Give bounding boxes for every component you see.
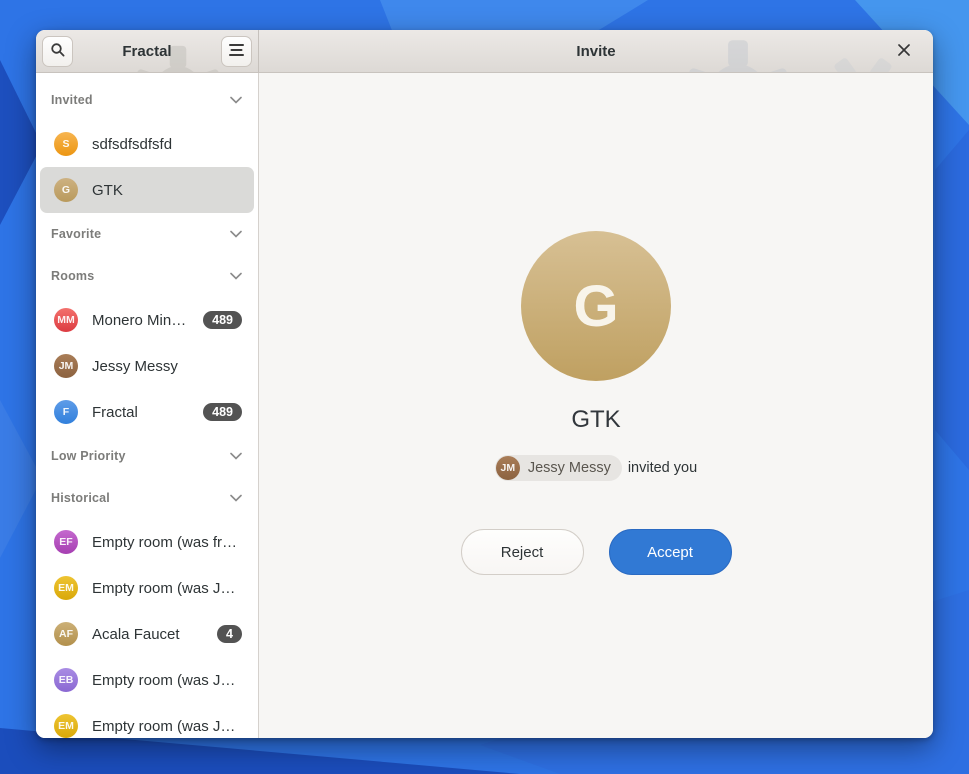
hamburger-menu-icon xyxy=(229,44,244,59)
room-list-item[interactable]: MM Monero Mining 489 xyxy=(40,297,254,343)
sidebar-section-label: Invited xyxy=(51,93,93,107)
fractal-window: Fractal xyxy=(36,30,933,738)
room-list-item[interactable]: S sdfsdfsdfsfd xyxy=(40,121,254,167)
sidebar-section-label: Low Priority xyxy=(51,449,126,463)
room-list-item[interactable]: EF Empty room (was frac… xyxy=(40,519,254,565)
sidebar-section-header[interactable]: Favorite xyxy=(36,213,258,255)
room-name: Fractal xyxy=(92,404,189,421)
room-list[interactable]: Invited S sdfsdfsdfsfd G GTK Favorite Ro… xyxy=(36,73,259,738)
room-avatar-small: AF xyxy=(54,622,78,646)
chevron-down-icon xyxy=(230,447,242,465)
room-list-item[interactable]: F Fractal 489 xyxy=(40,389,254,435)
sidebar-section-label: Favorite xyxy=(51,227,101,241)
room-avatar-small: EM xyxy=(54,714,78,738)
room-list-item[interactable]: JM Jessy Messy xyxy=(40,343,254,389)
sidebar-section-header[interactable]: Historical xyxy=(36,477,258,519)
room-avatar-small: S xyxy=(54,132,78,156)
unread-count-badge: 4 xyxy=(217,625,242,643)
room-name: Empty room (was Jes… xyxy=(92,672,242,689)
app-title: Fractal xyxy=(122,43,171,60)
room-name: GTK xyxy=(92,182,242,199)
room-avatar-small: EM xyxy=(54,576,78,600)
sidebar-section-label: Rooms xyxy=(51,269,94,283)
search-button[interactable] xyxy=(42,36,73,67)
sidebar-section-header[interactable]: Rooms xyxy=(36,255,258,297)
inviter-name: Jessy Messy xyxy=(528,460,611,476)
unread-count-badge: 489 xyxy=(203,311,242,329)
close-icon xyxy=(898,44,910,59)
inviter-avatar: JM xyxy=(496,456,520,480)
room-name: Empty room (was frac… xyxy=(92,534,242,551)
room-list-item[interactable]: G GTK xyxy=(40,167,254,213)
room-name: sdfsdfsdfsfd xyxy=(92,136,242,153)
menu-button[interactable] xyxy=(221,36,252,67)
invite-pane: G GTK JM Jessy Messy invited you Reject … xyxy=(259,73,933,738)
room-avatar-small: MM xyxy=(54,308,78,332)
chevron-down-icon xyxy=(230,489,242,507)
invite-title: Invite xyxy=(576,43,615,60)
inviter-row: JM Jessy Messy invited you xyxy=(495,455,697,481)
gear-watermark-icon xyxy=(683,38,793,73)
sidebar-headerbar: Fractal xyxy=(36,30,259,73)
room-title: GTK xyxy=(571,405,620,435)
room-avatar-small: EB xyxy=(54,668,78,692)
unread-count-badge: 489 xyxy=(203,403,242,421)
room-list-item[interactable]: EB Empty room (was Jes… xyxy=(40,657,254,703)
sidebar-section-header[interactable]: Invited xyxy=(36,79,258,121)
room-avatar-small: F xyxy=(54,400,78,424)
close-button[interactable] xyxy=(891,38,917,64)
invite-actions: Reject Accept xyxy=(461,529,732,575)
chevron-down-icon xyxy=(230,91,242,109)
invite-headerbar: Invite xyxy=(259,30,933,73)
search-icon xyxy=(50,42,66,61)
accept-button[interactable]: Accept xyxy=(609,529,732,575)
reject-button[interactable]: Reject xyxy=(461,529,584,575)
room-list-item[interactable]: EM Empty room (was Jes… xyxy=(40,565,254,611)
room-name: Empty room (was Jes… xyxy=(92,580,242,597)
room-name: Jessy Messy xyxy=(92,358,242,375)
room-name: Empty room (was Jes… xyxy=(92,718,242,735)
room-name: Acala Faucet xyxy=(92,626,203,643)
chevron-down-icon xyxy=(230,267,242,285)
sidebar-section-header[interactable]: Low Priority xyxy=(36,435,258,477)
inviter-avatar-initials: JM xyxy=(501,462,516,474)
room-list-item[interactable]: AF Acala Faucet 4 xyxy=(40,611,254,657)
room-avatar-initial: G xyxy=(573,273,618,340)
room-avatar-small: EF xyxy=(54,530,78,554)
inviter-pill[interactable]: JM Jessy Messy xyxy=(495,455,622,481)
room-avatar: G xyxy=(521,231,671,381)
invited-you-text: invited you xyxy=(628,460,697,476)
room-name: Monero Mining xyxy=(92,312,189,329)
room-list-item[interactable]: EM Empty room (was Jes… xyxy=(40,703,254,738)
sidebar-section-label: Historical xyxy=(51,491,110,505)
room-avatar-small: JM xyxy=(54,354,78,378)
chevron-down-icon xyxy=(230,225,242,243)
room-avatar-small: G xyxy=(54,178,78,202)
